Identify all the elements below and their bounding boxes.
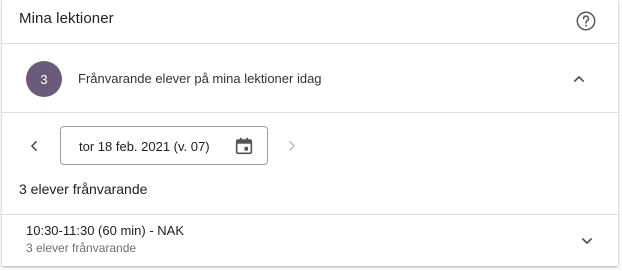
- absence-count-badge: 3: [26, 61, 62, 97]
- help-icon[interactable]: [574, 9, 598, 33]
- chevron-right-icon[interactable]: [280, 134, 304, 158]
- date-value: tor 18 feb. 2021 (v. 07): [79, 139, 210, 154]
- my-lessons-card: Mina lektioner 3 Frånvarande elever på m…: [2, 0, 618, 266]
- chevron-up-icon[interactable]: [567, 67, 591, 91]
- absence-summary-panel[interactable]: 3 Frånvarande elever på mina lektioner i…: [2, 45, 618, 113]
- chevron-left-icon[interactable]: [22, 134, 46, 158]
- card-header: Mina lektioner: [2, 0, 618, 44]
- absence-summary-label: Frånvarande elever på mina lektioner ida…: [78, 71, 322, 86]
- card-title: Mina lektioner: [19, 10, 114, 27]
- calendar-icon[interactable]: [232, 134, 256, 158]
- absent-students-count: 3 elever frånvarande: [19, 181, 148, 197]
- chevron-down-icon[interactable]: [575, 229, 599, 253]
- lesson-absent-count: 3 elever frånvarande: [26, 241, 137, 255]
- lesson-time-title: 10:30-11:30 (60 min) - NAK: [26, 223, 184, 238]
- lesson-list-item[interactable]: 10:30-11:30 (60 min) - NAK 3 elever från…: [2, 214, 618, 266]
- date-picker-field[interactable]: tor 18 feb. 2021 (v. 07): [60, 126, 268, 165]
